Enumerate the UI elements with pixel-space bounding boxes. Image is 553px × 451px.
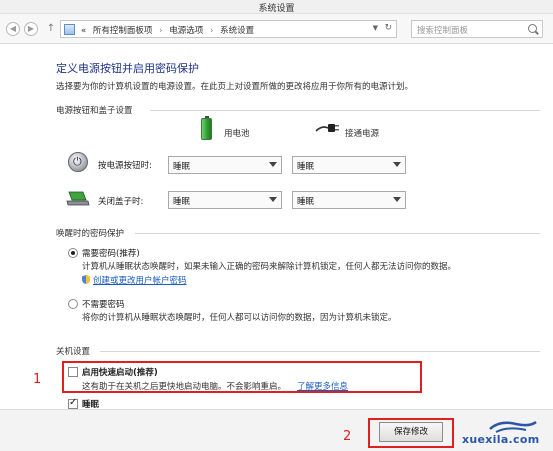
divider <box>100 351 540 352</box>
select-value: 睡眠 <box>173 162 191 172</box>
no-password-radio[interactable] <box>68 299 78 309</box>
close-lid-battery-select[interactable]: 睡眠 <box>168 191 282 209</box>
breadcrumb-item-system-settings[interactable]: 系统设置 <box>220 26 254 36</box>
chevron-right-icon: › <box>209 26 214 36</box>
chevron-right-icon: › <box>159 26 163 36</box>
control-panel-icon <box>64 24 75 35</box>
refresh-icon[interactable]: ↻ <box>384 23 392 33</box>
breadcrumb: « 所有控制面板项 › 电源选项 › 系统设置 <box>81 24 258 36</box>
page-title: 定义电源按钮并启用密码保护 <box>56 62 199 75</box>
select-value: 睡眠 <box>297 162 315 172</box>
section-title-shutdown: 关机设置 <box>56 347 91 357</box>
battery-icon <box>201 116 212 140</box>
back-arrow-icon[interactable]: ◀ <box>6 22 20 36</box>
require-password-description: 计算机从睡眠状态唤醒时，如果未输入正确的密码来解除计算机锁定，任何人都无法访问你… <box>82 262 457 272</box>
no-password-description: 将你的计算机从睡眠状态唤醒时，任何人都可以访问你的数据，因为计算机未锁定。 <box>82 313 397 323</box>
breadcrumb-prefix[interactable]: « <box>81 26 86 36</box>
chevron-down-icon <box>393 162 401 167</box>
annotation-box-fast-startup <box>62 361 422 393</box>
power-button-battery-select[interactable]: 睡眠 <box>168 156 282 174</box>
up-arrow-icon[interactable]: ↑ <box>44 22 58 36</box>
page-description: 选择要为你的计算机设置的电源设置。在此页上对设置所做的更改将应用于你所有的电源计… <box>56 82 414 92</box>
require-password-radio[interactable] <box>68 248 78 258</box>
chevron-down-icon <box>393 197 401 202</box>
row-label-power-button: 按电源按钮时: <box>98 161 152 171</box>
row-label-close-lid: 关闭盖子时: <box>98 197 144 207</box>
search-icon[interactable] <box>528 24 537 33</box>
annotation-number-1: 1 <box>33 372 42 387</box>
select-value: 睡眠 <box>173 197 191 207</box>
power-button-icon <box>68 152 88 172</box>
address-bar[interactable]: « 所有控制面板项 › 电源选项 › 系统设置 ▼ ↻ <box>60 20 397 38</box>
section-title-wakeup-password: 唤醒时的密码保护 <box>56 229 125 239</box>
search-input[interactable]: 搜索控制面板 <box>411 20 543 38</box>
annotation-number-2: 2 <box>343 429 352 444</box>
chevron-down-icon <box>269 197 277 202</box>
column-header-battery: 用电池 <box>224 129 250 139</box>
forward-arrow-icon[interactable]: ▶ <box>24 22 38 36</box>
laptop-lid-icon <box>66 191 90 206</box>
watermark-logo-icon <box>489 420 537 433</box>
shield-icon <box>82 275 90 284</box>
watermark: xuexila.com <box>456 420 548 448</box>
divider <box>135 233 540 234</box>
require-password-label[interactable]: 需要密码(推荐) <box>82 247 140 259</box>
sleep-checkbox[interactable] <box>68 397 78 409</box>
annotation-box-save <box>368 418 454 448</box>
close-lid-plugged-select[interactable]: 睡眠 <box>292 191 406 209</box>
no-password-label[interactable]: 不需要密码 <box>82 298 125 310</box>
window-title: 系统设置 <box>258 4 295 14</box>
chevron-down-icon <box>269 162 277 167</box>
column-header-plugged-in: 接通电源 <box>345 129 380 139</box>
select-value: 睡眠 <box>297 197 315 207</box>
power-button-plugged-select[interactable]: 睡眠 <box>292 156 406 174</box>
navigation-bar: ◀ ▶ ↑ « 所有控制面板项 › 电源选项 › 系统设置 ▼ ↻ 搜索控制面板 <box>0 14 553 44</box>
divider <box>150 110 540 111</box>
change-password-link[interactable]: 创建或更改用户帐户密码 <box>93 274 187 286</box>
search-placeholder: 搜索控制面板 <box>417 26 469 36</box>
section-title-power-buttons: 电源按钮和盖子设置 <box>56 106 133 116</box>
watermark-text: xuexila.com <box>462 433 540 446</box>
breadcrumb-item-power-options[interactable]: 电源选项 <box>169 26 203 36</box>
plug-icon <box>315 124 339 132</box>
chevron-down-icon[interactable]: ▼ <box>373 24 378 32</box>
title-bar: 系统设置 <box>0 0 553 14</box>
breadcrumb-item-all-items[interactable]: 所有控制面板项 <box>93 26 153 36</box>
